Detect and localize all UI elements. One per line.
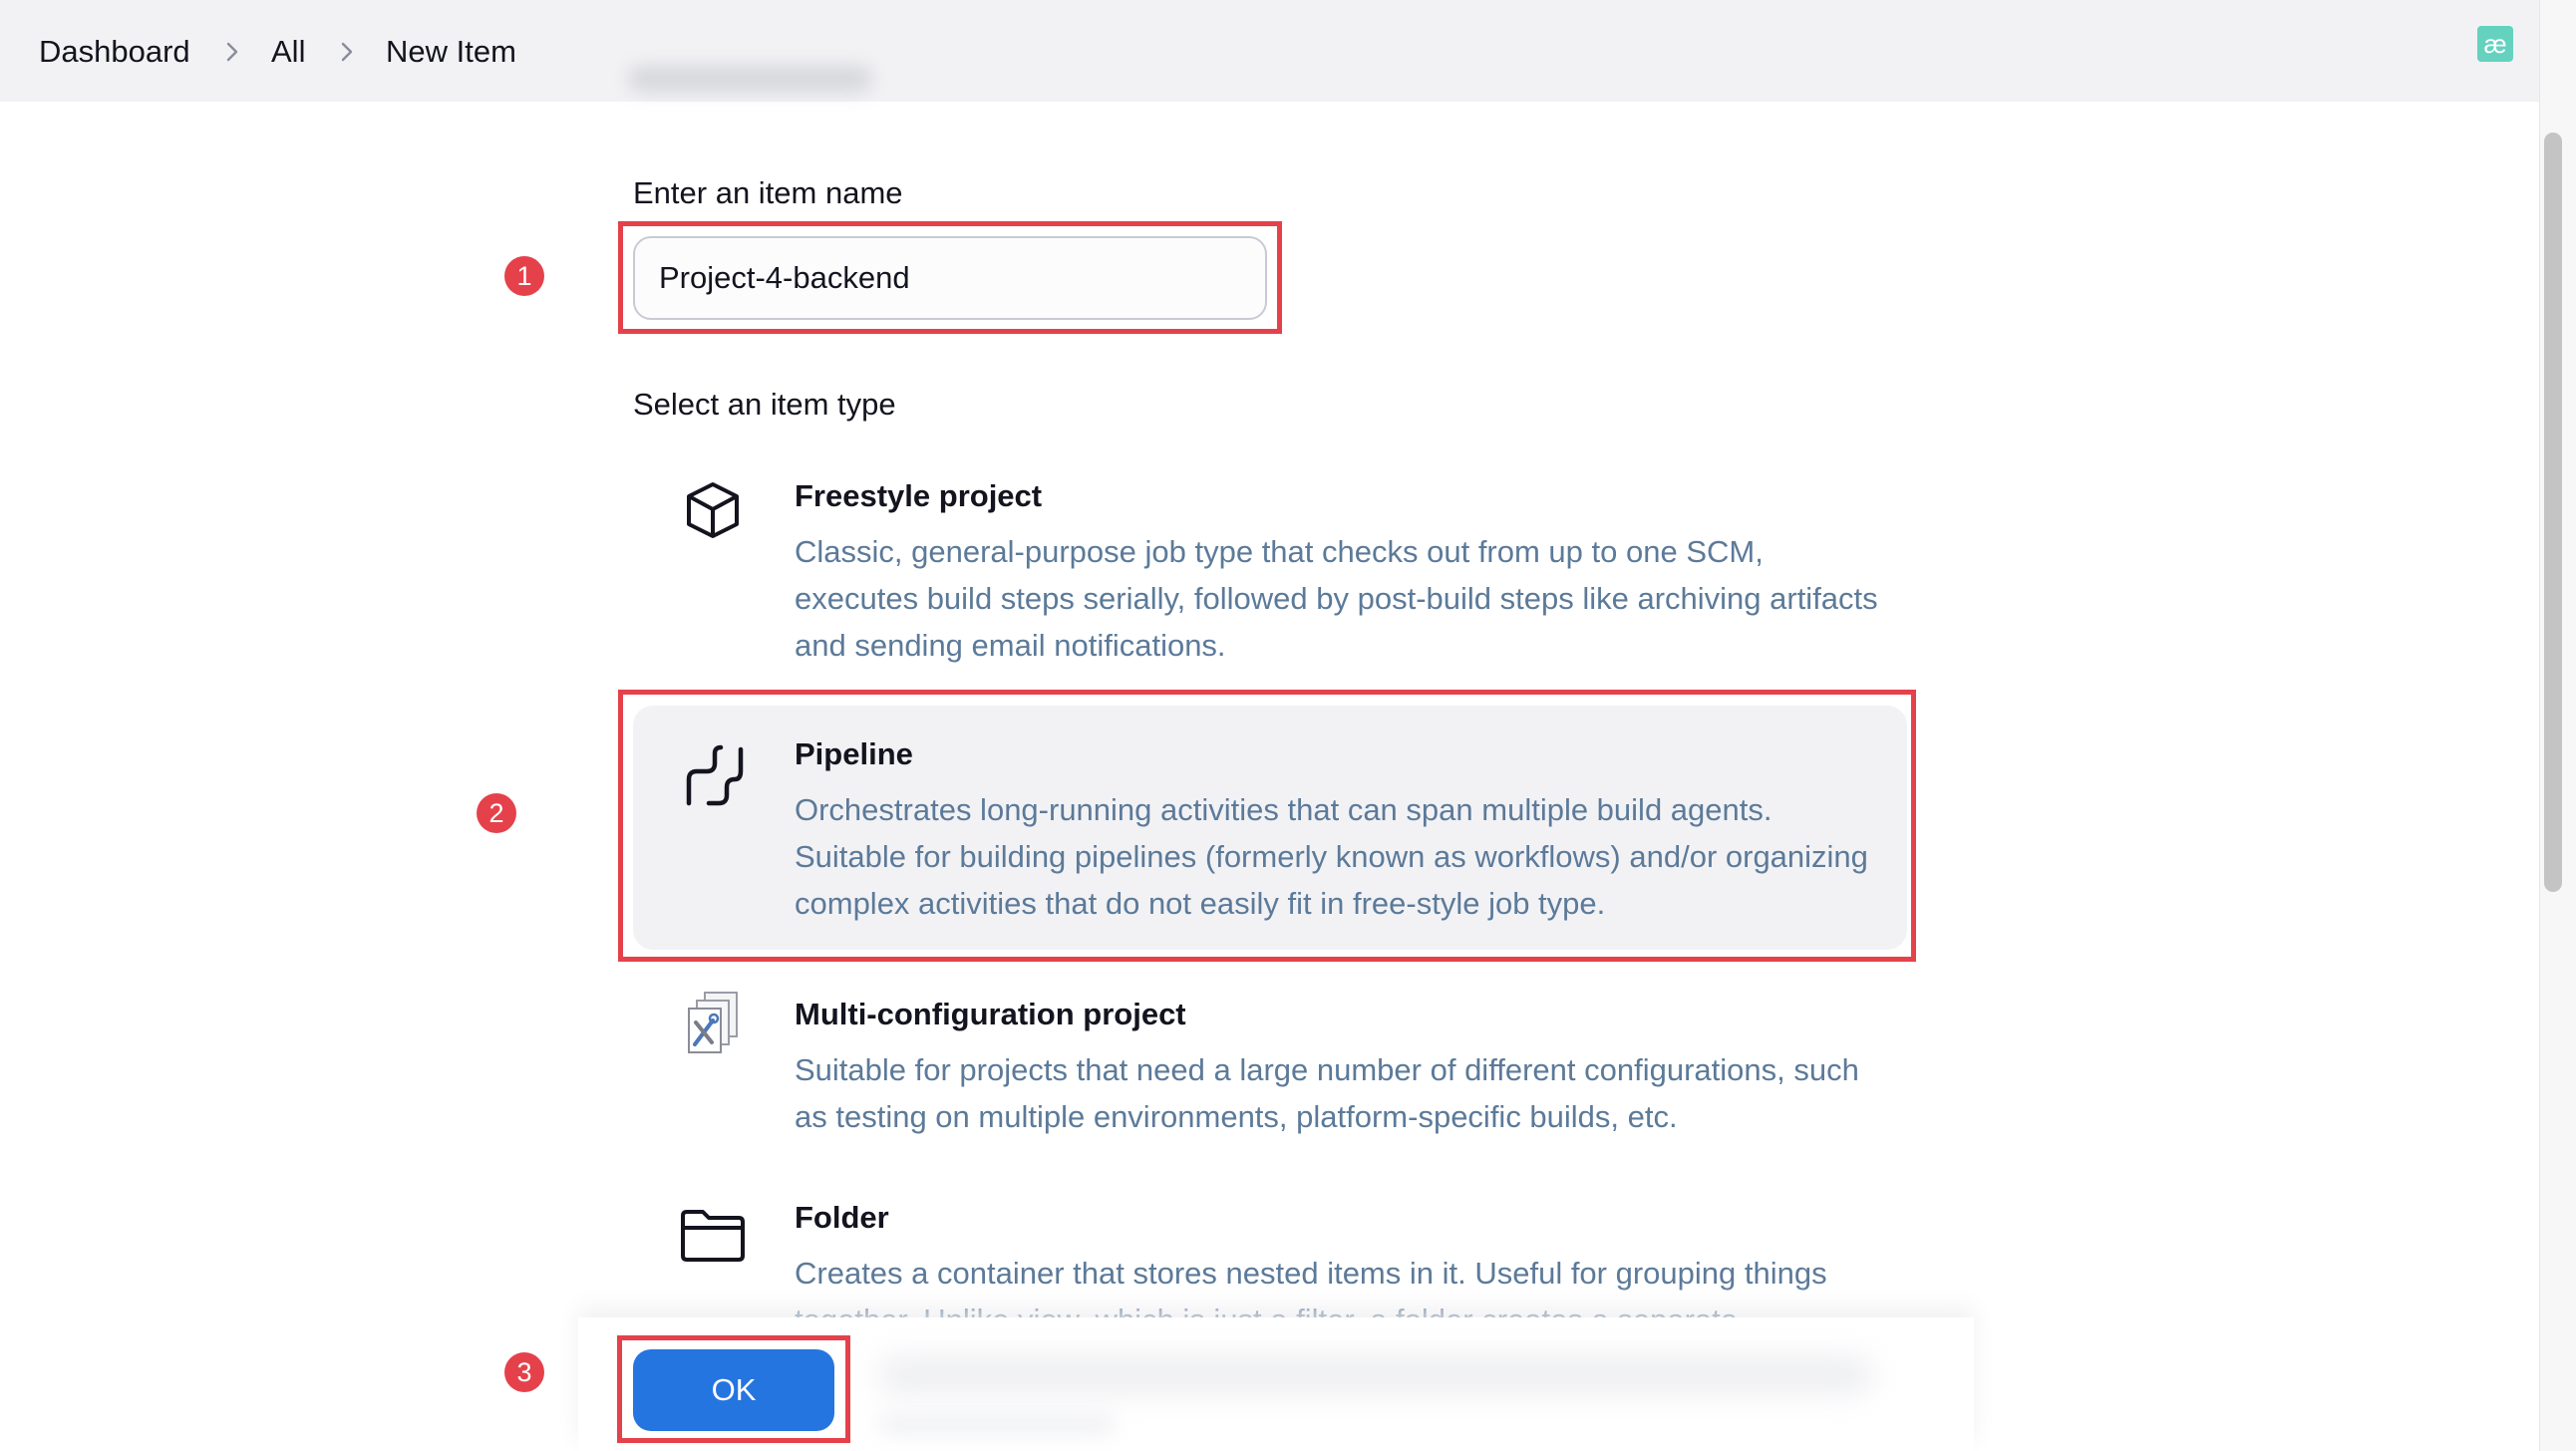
item-type-label: Select an item type bbox=[633, 387, 896, 422]
scrollbar-thumb[interactable] bbox=[2544, 133, 2562, 892]
item-type-title: Pipeline bbox=[795, 736, 913, 771]
item-name-input[interactable] bbox=[633, 236, 1267, 320]
blurred-region bbox=[877, 1355, 1874, 1395]
item-type-title: Multi-configuration project bbox=[795, 997, 1186, 1031]
item-name-label: Enter an item name bbox=[633, 175, 903, 210]
ok-button[interactable]: OK bbox=[633, 1349, 834, 1431]
item-type-description: Classic, general-purpose job type that c… bbox=[795, 534, 1878, 663]
item-type-title: Freestyle project bbox=[795, 478, 1043, 513]
annotation-badge-1: 1 bbox=[504, 256, 544, 296]
blurred-region bbox=[877, 1413, 1117, 1435]
item-type-title: Folder bbox=[795, 1200, 889, 1235]
ae-extension-icon[interactable]: æ bbox=[2477, 26, 2513, 62]
item-type-pipeline[interactable]: Pipeline Orchestrates long-running activ… bbox=[633, 706, 1907, 950]
chevron-right-icon bbox=[341, 42, 353, 62]
annotation-badge-2: 2 bbox=[477, 793, 516, 833]
chevron-right-icon bbox=[226, 42, 238, 62]
breadcrumb-all[interactable]: All bbox=[271, 28, 305, 76]
item-type-freestyle[interactable]: Freestyle project Classic, general-purpo… bbox=[633, 456, 1907, 684]
blurred-region bbox=[628, 66, 872, 92]
breadcrumb-bar: Dashboard All New Item æ bbox=[0, 0, 2539, 102]
item-type-description: Orchestrates long-running activities tha… bbox=[795, 792, 1868, 921]
multi-config-icon bbox=[688, 992, 738, 1053]
folder-icon bbox=[681, 1210, 745, 1262]
item-type-multi-configuration[interactable]: Multi-configuration project Suitable for… bbox=[633, 975, 1907, 1164]
jenkins-new-item-page: Dashboard All New Item æ Enter an item n… bbox=[0, 0, 2576, 1451]
pipeline-icon bbox=[686, 744, 744, 806]
breadcrumb-new-item[interactable]: New Item bbox=[386, 28, 516, 76]
breadcrumb-dashboard[interactable]: Dashboard bbox=[39, 28, 190, 76]
annotation-badge-3: 3 bbox=[504, 1352, 544, 1392]
package-icon bbox=[687, 482, 739, 538]
item-type-description: Suitable for projects that need a large … bbox=[795, 1052, 1859, 1134]
